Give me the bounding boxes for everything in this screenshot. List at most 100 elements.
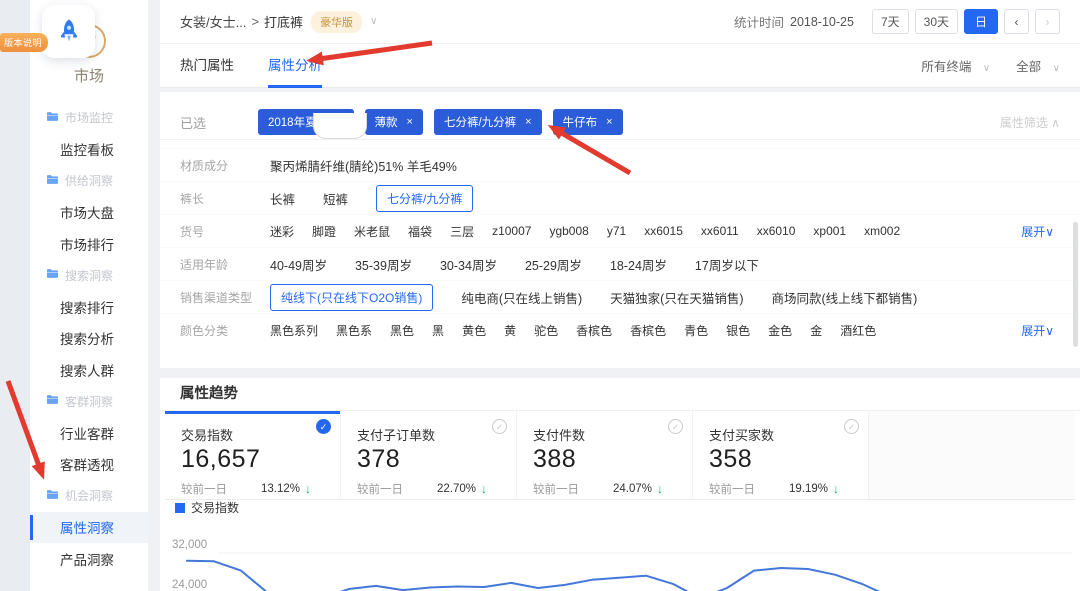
attribute-option[interactable]: 黑色系: [336, 322, 372, 339]
attribute-option[interactable]: 17周岁以下: [695, 255, 759, 274]
attribute-option[interactable]: 黑色系列: [270, 322, 318, 339]
metric-card[interactable]: ✓支付件数388较前一日24.07%↓: [517, 411, 693, 499]
attribute-option[interactable]: y71: [607, 224, 626, 238]
attribute-option-selected[interactable]: 纯线下(只在线下O2O销售): [270, 284, 433, 311]
sidebar-item-label: 搜索分析: [60, 328, 114, 348]
attribute-option[interactable]: xp001: [813, 224, 846, 238]
attribute-option[interactable]: 纯电商(只在线上销售): [461, 288, 582, 307]
sidebar-item[interactable]: 市场大盘: [30, 197, 148, 229]
sidebar-item[interactable]: 搜索人群: [30, 354, 148, 386]
sidebar-item-label: 市场排行: [60, 234, 114, 254]
terminal-filters: 所有终端 ∨ 全部 ∨: [921, 56, 1060, 75]
attribute-option[interactable]: 三层: [450, 223, 474, 240]
compare-percent: 24.07%: [613, 483, 652, 495]
remove-tag-icon[interactable]: ×: [606, 116, 612, 128]
expand-link[interactable]: 展开∨: [1011, 223, 1054, 240]
terminal-dropdown[interactable]: 所有终端 ∨: [921, 56, 990, 75]
sidebar-item-label: 市场大盘: [60, 202, 114, 222]
check-circle-icon[interactable]: ✓: [844, 419, 859, 434]
scope-dropdown[interactable]: 全部 ∨: [1016, 56, 1060, 75]
deluxe-badge: 豪华版: [311, 11, 362, 33]
check-circle-icon[interactable]: ✓: [668, 419, 683, 434]
attribute-filter-toggle[interactable]: 属性筛选 ∧: [1000, 114, 1060, 131]
attribute-option[interactable]: 天猫独家(只在天猫销售): [610, 288, 743, 307]
attribute-option[interactable]: 长裤: [270, 189, 295, 208]
metric-card[interactable]: ✓交易指数16,657较前一日13.12%↓: [165, 411, 341, 499]
filter-tag[interactable]: 牛仔布×: [553, 109, 623, 135]
expand-link[interactable]: 展开∨: [1011, 322, 1054, 339]
sidebar-item[interactable]: 监控看板: [30, 134, 148, 166]
attribute-row: 颜色分类黑色系列黑色系黑色黑黄色黄驼色香槟色香槟色青色银色金色金酒红色展开∨: [160, 313, 1080, 346]
prev-day-button[interactable]: ‹: [1004, 9, 1029, 34]
attribute-option[interactable]: 黄色: [462, 322, 486, 339]
attribute-option[interactable]: 酒红色: [840, 322, 876, 339]
attribute-option[interactable]: 脚蹬: [312, 223, 336, 240]
sidebar-item[interactable]: 产品洞察: [30, 543, 148, 575]
breadcrumb-separator: >: [251, 14, 259, 29]
attribute-option[interactable]: 聚丙烯腈纤维(腈纶)51% 羊毛49%: [270, 156, 457, 175]
attribute-option[interactable]: 短裤: [323, 189, 348, 208]
attribute-option[interactable]: xx6015: [644, 224, 683, 238]
attribute-option[interactable]: z10007: [492, 224, 531, 238]
chevron-up-icon: ∧: [1051, 116, 1060, 130]
sidebar-item[interactable]: 搜索分析: [30, 323, 148, 355]
range-button[interactable]: 30天: [915, 9, 958, 34]
attribute-option[interactable]: xm002: [864, 224, 900, 238]
attribute-option[interactable]: 黄: [504, 322, 516, 339]
attribute-option[interactable]: 25-29周岁: [525, 255, 582, 274]
attribute-options: 黑色系列 黑色系 黑色 黑 黄色 黄 驼色 香槟色 香槟色 青色 银色 金色 金 酒红色: [270, 322, 1011, 339]
tab-attribute-analysis[interactable]: 属性分析: [268, 44, 322, 88]
attribute-option[interactable]: 35-39周岁: [355, 255, 412, 274]
remove-tag-icon[interactable]: ×: [407, 116, 413, 128]
attribute-option[interactable]: 商场同款(线上线下都销售): [772, 288, 918, 307]
attribute-option[interactable]: 18-24周岁: [610, 255, 667, 274]
breadcrumb-current[interactable]: 打底裤: [264, 12, 303, 31]
attribute-option[interactable]: xx6010: [757, 224, 796, 238]
sidebar-item[interactable]: 搜索排行: [30, 291, 148, 323]
attribute-option[interactable]: 香槟色: [630, 322, 666, 339]
attribute-option[interactable]: 金: [810, 322, 822, 339]
chevron-down-icon: ∨: [1053, 63, 1060, 74]
breadcrumb-parent[interactable]: 女装/女士...: [180, 12, 246, 31]
check-circle-icon[interactable]: ✓: [492, 419, 507, 434]
filter-tag[interactable]: 薄款×: [365, 109, 423, 135]
version-widget[interactable]: [42, 5, 95, 58]
attribute-option[interactable]: 迷彩: [270, 223, 294, 240]
attribute-filter-toggle-label: 属性筛选: [1000, 116, 1048, 130]
range-button[interactable]: 日: [964, 9, 998, 34]
folder-icon: [46, 268, 59, 282]
attribute-option[interactable]: 金色: [768, 322, 792, 339]
sidebar-item[interactable]: 属性洞察: [30, 512, 148, 544]
scrollbar-thumb[interactable]: [1073, 222, 1078, 347]
version-badge[interactable]: 版本说明: [0, 33, 48, 52]
attribute-option[interactable]: 银色: [726, 322, 750, 339]
attribute-option[interactable]: ygb008: [549, 224, 588, 238]
tab-hot-attributes[interactable]: 热门属性: [180, 44, 234, 88]
attribute-option-selected[interactable]: 七分裤/九分裤: [376, 185, 473, 212]
attribute-option[interactable]: 黑: [432, 322, 444, 339]
sidebar-item[interactable]: 市场排行: [30, 228, 148, 260]
metric-card[interactable]: ✓支付子订单数378较前一日22.70%↓: [341, 411, 517, 499]
module-title: 市场: [30, 65, 148, 86]
range-button[interactable]: 7天: [872, 9, 909, 34]
remove-tag-icon[interactable]: ×: [525, 116, 531, 128]
metric-card[interactable]: ✓支付买家数358较前一日19.19%↓: [693, 411, 869, 499]
attribute-option[interactable]: 福袋: [408, 223, 432, 240]
attribute-option[interactable]: xx6011: [701, 224, 739, 238]
check-circle-icon[interactable]: ✓: [316, 419, 331, 434]
attribute-option[interactable]: 香槟色: [576, 322, 612, 339]
chevron-down-icon[interactable]: ∨: [370, 16, 377, 27]
sidebar-item-label: 搜索洞察: [65, 267, 113, 284]
attribute-option[interactable]: 驼色: [534, 322, 558, 339]
sidebar-item[interactable]: 行业客群: [30, 417, 148, 449]
attribute-option[interactable]: 米老鼠: [354, 223, 390, 240]
compare-percent: 19.19%: [789, 483, 828, 495]
next-day-button[interactable]: ›: [1035, 9, 1060, 34]
filter-tag[interactable]: 七分裤/九分裤×: [434, 109, 542, 135]
attribute-option[interactable]: 30-34周岁: [440, 255, 497, 274]
sidebar-item[interactable]: 客群透视: [30, 449, 148, 481]
attribute-option[interactable]: 40-49周岁: [270, 255, 327, 274]
attribute-option[interactable]: 青色: [684, 322, 708, 339]
attribute-option[interactable]: 黑色: [390, 322, 414, 339]
metric-compare: 较前一日24.07%↓: [533, 481, 692, 497]
